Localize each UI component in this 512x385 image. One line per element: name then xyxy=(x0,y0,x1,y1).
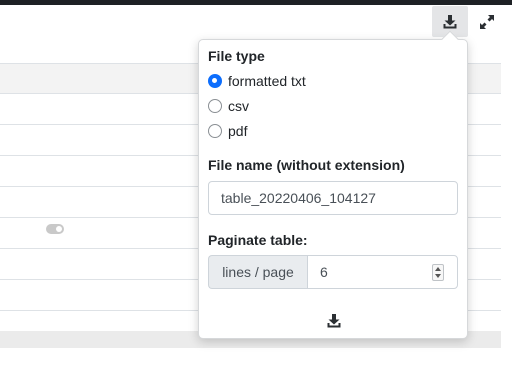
top-bar xyxy=(0,0,512,5)
spinner-up-icon[interactable] xyxy=(435,266,441,271)
radio-button[interactable] xyxy=(208,99,222,113)
radio-label: csv xyxy=(228,98,249,114)
radio-label: pdf xyxy=(228,123,248,139)
lines-per-page-addon: lines / page xyxy=(208,255,307,289)
expand-button[interactable] xyxy=(469,6,505,37)
lines-per-page-input[interactable]: 6 xyxy=(307,255,458,289)
paginate-label: Paginate table: xyxy=(208,232,308,248)
radio-label: formatted txt xyxy=(228,73,306,89)
radio-button-checked[interactable] xyxy=(208,74,222,88)
radio-pdf[interactable]: pdf xyxy=(208,122,247,140)
file-type-label: File type xyxy=(208,48,265,64)
download-icon xyxy=(327,314,341,328)
lines-per-page-value: 6 xyxy=(320,264,328,280)
number-spinner[interactable] xyxy=(432,264,444,281)
file-name-label: File name (without extension) xyxy=(208,157,405,173)
toggle-icon[interactable] xyxy=(46,224,64,234)
paginate-input-group: lines / page 6 xyxy=(208,255,458,289)
radio-formatted-txt[interactable]: formatted txt xyxy=(208,72,306,90)
expand-icon xyxy=(480,14,494,29)
radio-button[interactable] xyxy=(208,124,222,138)
export-download-button[interactable] xyxy=(323,310,345,332)
spinner-down-icon[interactable] xyxy=(435,274,441,279)
file-name-input[interactable] xyxy=(208,181,458,215)
export-popover: File type formatted txt csv pdf File nam… xyxy=(198,30,468,339)
download-icon xyxy=(443,14,457,28)
radio-csv[interactable]: csv xyxy=(208,97,249,115)
